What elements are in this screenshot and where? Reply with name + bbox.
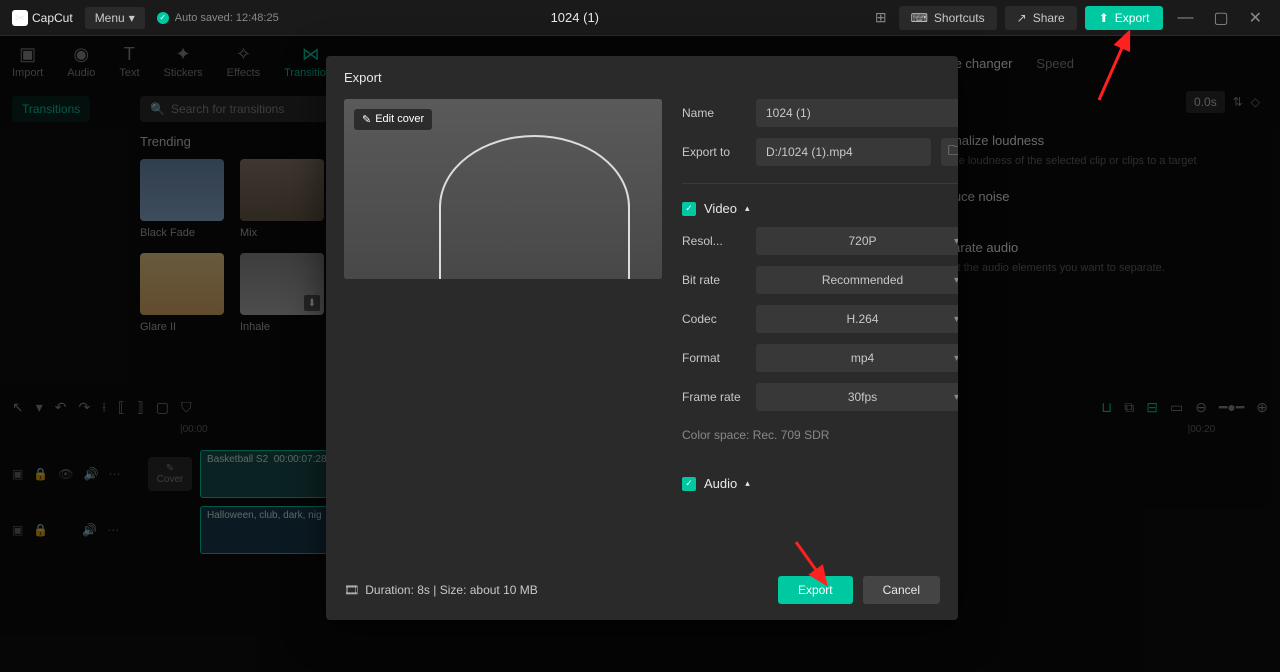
checkbox-icon[interactable]: ✓ xyxy=(682,202,696,216)
layout-icon[interactable]: ⊞ xyxy=(871,5,891,30)
autosave-text: Auto saved: 12:48:25 xyxy=(175,12,279,24)
shortcuts-button[interactable]: ⌨ Shortcuts xyxy=(899,6,997,30)
folder-icon: 🗀 xyxy=(948,140,958,164)
autosave-status: ✓ Auto saved: 12:48:25 xyxy=(157,12,279,24)
chevron-up-icon: ▴ xyxy=(745,203,750,214)
titlebar-right: ⊞ ⌨ Shortcuts ↗ Share ⬆ Export — ▢ ✕ xyxy=(871,5,1268,30)
edit-cover-button[interactable]: ✎ Edit cover xyxy=(354,109,432,130)
close-icon[interactable]: ✕ xyxy=(1243,8,1268,28)
video-section-header[interactable]: ✓ Video ▴ xyxy=(682,201,958,216)
browse-folder-button[interactable]: 🗀 xyxy=(941,138,958,166)
preview-column: ✎ Edit cover xyxy=(344,99,662,564)
capcut-logo-icon: ✂ xyxy=(12,10,28,26)
codec-select[interactable]: H.264 xyxy=(756,305,958,333)
project-title: 1024 (1) xyxy=(291,10,859,25)
share-icon: ↗ xyxy=(1017,11,1027,25)
dialog-title: Export xyxy=(326,56,958,99)
annotation-arrow xyxy=(790,536,840,601)
name-field[interactable] xyxy=(756,99,958,127)
export-icon: ⬆ xyxy=(1099,11,1109,25)
checkbox-icon[interactable]: ✓ xyxy=(682,477,696,491)
app-name: CapCut xyxy=(32,11,73,25)
exportto-field[interactable] xyxy=(756,138,931,166)
format-label: Format xyxy=(682,351,746,365)
film-icon: 🎞 xyxy=(344,583,359,597)
format-select[interactable]: mp4 xyxy=(756,344,958,372)
cover-preview: ✎ Edit cover xyxy=(344,99,662,279)
maximize-icon[interactable]: ▢ xyxy=(1207,8,1234,28)
name-label: Name xyxy=(682,106,746,120)
export-label: Export xyxy=(1115,11,1150,25)
keyboard-icon: ⌨ xyxy=(911,11,928,25)
bitrate-select[interactable]: Recommended xyxy=(756,266,958,294)
export-summary: 🎞 Duration: 8s | Size: about 10 MB xyxy=(344,583,538,597)
dialog-footer: 🎞 Duration: 8s | Size: about 10 MB Expor… xyxy=(326,564,958,620)
shortcuts-label: Shortcuts xyxy=(934,11,985,25)
menu-label: Menu xyxy=(95,11,125,25)
resolution-select[interactable]: 720P xyxy=(756,227,958,255)
minimize-icon[interactable]: — xyxy=(1171,9,1199,27)
framerate-select[interactable]: 30fps xyxy=(756,383,958,411)
chevron-up-icon: ▴ xyxy=(745,478,750,489)
share-label: Share xyxy=(1033,11,1065,25)
chevron-down-icon: ▾ xyxy=(129,11,135,25)
export-dialog: Export ✎ Edit cover Name Export to 🗀 xyxy=(326,56,958,620)
pencil-icon: ✎ xyxy=(362,113,371,126)
export-form: Name Export to 🗀 ✓ Video ▴ Resol... 720P… xyxy=(682,99,958,564)
menu-button[interactable]: Menu ▾ xyxy=(85,7,145,29)
colorspace-info: Color space: Rec. 709 SDR xyxy=(682,428,958,442)
titlebar: ✂ CapCut Menu ▾ ✓ Auto saved: 12:48:25 1… xyxy=(0,0,1280,36)
check-icon: ✓ xyxy=(157,12,169,24)
annotation-arrow xyxy=(1093,26,1143,111)
codec-label: Codec xyxy=(682,312,746,326)
audio-section-header[interactable]: ✓ Audio ▴ xyxy=(682,476,958,491)
bitrate-label: Bit rate xyxy=(682,273,746,287)
exportto-label: Export to xyxy=(682,145,746,159)
share-button[interactable]: ↗ Share xyxy=(1005,6,1077,30)
app-logo: ✂ CapCut xyxy=(12,10,73,26)
cancel-button[interactable]: Cancel xyxy=(863,576,940,604)
resolution-label: Resol... xyxy=(682,234,746,248)
framerate-label: Frame rate xyxy=(682,390,746,404)
